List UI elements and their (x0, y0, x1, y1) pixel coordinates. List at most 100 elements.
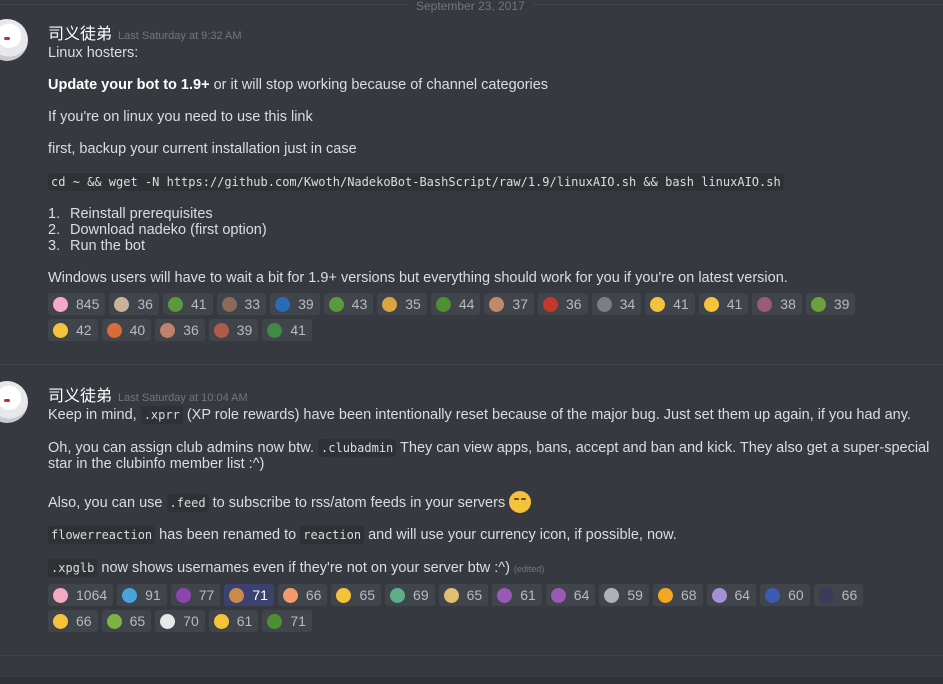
list-item: 1. Reinstall prerequisites (48, 206, 213, 222)
reaction-count: 77 (198, 587, 215, 603)
reaction-button[interactable]: 42 (48, 319, 98, 341)
text-span: Keep in mind, (48, 407, 141, 423)
nauseated-face-icon (106, 613, 122, 629)
pepe-icon (167, 296, 183, 312)
reaction-button[interactable]: 39 (270, 293, 320, 315)
reaction-count: 39 (236, 322, 253, 338)
reaction-count: 36 (137, 296, 153, 312)
reaction-button[interactable]: 43 (323, 293, 374, 315)
text-span: has been renamed to (155, 527, 301, 543)
text-span: and will use your currency icon, if poss… (364, 527, 677, 543)
reaction-button[interactable]: 77 (170, 584, 221, 606)
reaction-button[interactable]: 71 (224, 584, 274, 606)
reaction-button[interactable]: 65 (331, 584, 382, 606)
reaction-button[interactable]: 68 (652, 584, 703, 606)
reaction-button[interactable]: 64 (706, 584, 757, 606)
message-line: Keep in mind, .xprr (XP role rewards) ha… (48, 406, 911, 424)
inline-code: .xpglb (48, 559, 98, 577)
purple-heart-icon (550, 587, 566, 603)
username[interactable]: 司义徒弟 (48, 26, 112, 43)
reaction-count: 71 (252, 587, 268, 603)
reaction-count: 91 (145, 587, 161, 603)
message-line: Oh, you can assign club admins now btw. … (48, 439, 933, 472)
reaction-button[interactable]: 61 (492, 584, 542, 606)
text-span: Also, you can use (48, 495, 167, 511)
username[interactable]: 司义徒弟 (48, 388, 112, 405)
reaction-button[interactable]: 40 (101, 319, 152, 341)
reaction-count: 43 (351, 296, 368, 312)
wizard-face-icon (765, 587, 781, 603)
reaction-button[interactable]: 41 (162, 293, 213, 315)
beer-mug-icon (382, 296, 398, 312)
eyes-icon (160, 613, 176, 629)
reaction-button[interactable]: 35 (377, 293, 427, 315)
reaction-button[interactable]: 65 (438, 584, 489, 606)
reaction-button[interactable]: 69 (385, 584, 435, 606)
reaction-button[interactable]: 36 (155, 319, 205, 341)
thinking-face-icon (213, 613, 229, 629)
reaction-button[interactable]: 36 (109, 293, 159, 315)
list-number: 2. (48, 222, 61, 238)
reaction-button[interactable]: 71 (262, 610, 312, 632)
reaction-button[interactable]: 44 (430, 293, 481, 315)
reaction-count: 65 (466, 587, 483, 603)
reaction-button[interactable]: 70 (155, 610, 205, 632)
purple-hand-icon (497, 587, 513, 603)
reaction-button[interactable]: 91 (117, 584, 167, 606)
reaction-button[interactable]: 66 (277, 584, 328, 606)
reaction-button[interactable]: 34 (591, 293, 642, 315)
reaction-count: 39 (833, 296, 850, 312)
pepe-icon (328, 296, 344, 312)
date-divider-label: September 23, 2017 (408, 0, 533, 12)
face-portrait-icon (160, 322, 176, 338)
avatar[interactable] (0, 381, 28, 423)
reaction-count: 44 (458, 296, 475, 312)
pinwheel-face-icon (443, 587, 459, 603)
reaction-button[interactable]: 66 (813, 584, 864, 606)
reaction-button[interactable]: 60 (760, 584, 810, 606)
anime-face-icon (213, 322, 229, 338)
pepe-icon (267, 613, 283, 629)
reaction-button[interactable]: 41 (645, 293, 695, 315)
reaction-button[interactable]: 64 (545, 584, 596, 606)
reaction-count: 41 (290, 322, 306, 338)
kissing-face-icon (336, 587, 352, 603)
reaction-count: 845 (76, 296, 100, 312)
timestamp[interactable]: Last Saturday at 10:04 AM (118, 392, 248, 404)
reaction-count: 41 (190, 296, 207, 312)
reaction-button[interactable]: 38 (752, 293, 802, 315)
reaction-count: 71 (290, 613, 306, 629)
reaction-button[interactable]: 1064 (48, 584, 114, 606)
reaction-button[interactable]: 41 (262, 319, 312, 341)
smug-face-icon (53, 322, 68, 338)
reaction-button[interactable]: 66 (48, 610, 98, 632)
message-line: .xpglb now shows usernames even if they'… (48, 559, 544, 577)
reaction-button[interactable]: 845 (48, 293, 106, 315)
reaction-button[interactable]: 41 (698, 293, 749, 315)
reaction-button[interactable]: 65 (101, 610, 152, 632)
sweden-flag-icon (275, 296, 291, 312)
cookie-icon (229, 587, 245, 603)
face-portrait-icon (489, 296, 505, 312)
reaction-count: 68 (680, 587, 697, 603)
peach-icon (282, 587, 298, 603)
reaction-button[interactable]: 61 (208, 610, 259, 632)
pepe-icon (810, 296, 826, 312)
reaction-button[interactable]: 39 (805, 293, 856, 315)
inline-code: cd ~ && wget -N https://github.com/Kwoth… (48, 173, 784, 191)
reaction-button[interactable]: 59 (599, 584, 649, 606)
reaction-count: 64 (734, 587, 751, 603)
grinning-face-icon (509, 491, 532, 513)
text-span: to subscribe to rss/atom feeds in your s… (208, 495, 510, 511)
reaction-count: 1064 (76, 587, 108, 603)
reaction-button[interactable]: 33 (216, 293, 267, 315)
reaction-button[interactable]: 39 (208, 319, 259, 341)
reaction-count: 39 (298, 296, 314, 312)
list-text: Reinstall prerequisites (70, 206, 213, 222)
laughing-face-icon (657, 587, 673, 603)
timestamp[interactable]: Last Saturday at 9:32 AM (118, 30, 242, 42)
reaction-button[interactable]: 37 (484, 293, 534, 315)
reaction-count: 37 (512, 296, 528, 312)
avatar[interactable] (0, 19, 28, 61)
reaction-button[interactable]: 36 (537, 293, 588, 315)
